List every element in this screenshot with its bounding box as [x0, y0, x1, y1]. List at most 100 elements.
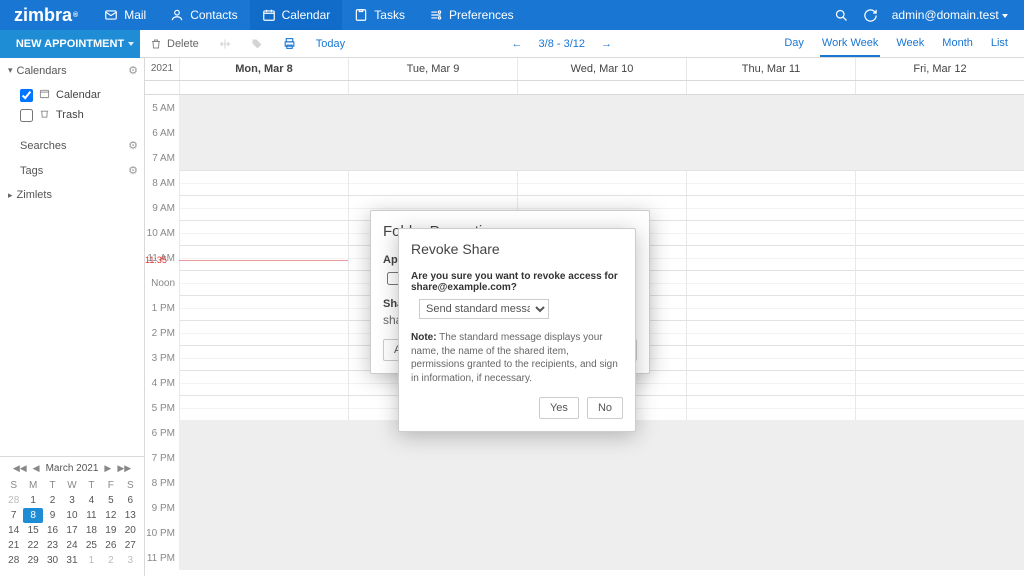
mini-day[interactable]: 23 — [43, 538, 62, 553]
mini-day[interactable]: 3 — [121, 553, 140, 568]
calendar-icon — [262, 8, 276, 22]
mini-day[interactable]: 15 — [23, 523, 42, 538]
trash-checkbox[interactable] — [20, 109, 33, 122]
mini-next-month[interactable]: ▶ — [104, 463, 111, 474]
mini-day[interactable]: 9 — [43, 508, 62, 523]
revoke-question: Are you sure you want to revoke access f… — [411, 271, 623, 293]
chevron-right-icon: ▸ — [8, 190, 13, 201]
yes-button[interactable]: Yes — [539, 397, 579, 419]
mini-day[interactable]: 31 — [62, 553, 81, 568]
mini-day[interactable]: 20 — [121, 523, 140, 538]
view-day[interactable]: Day — [782, 31, 806, 57]
mini-day[interactable]: 29 — [23, 553, 42, 568]
mini-day[interactable]: 19 — [101, 523, 120, 538]
mini-day[interactable]: 28 — [4, 553, 23, 568]
mini-day[interactable]: 2 — [43, 493, 62, 508]
user-menu[interactable]: admin@domain.test — [892, 8, 1008, 22]
mini-day[interactable]: 10 — [62, 508, 81, 523]
allday-row[interactable] — [145, 81, 1024, 95]
mini-day[interactable]: 8 — [23, 508, 42, 523]
mini-day[interactable]: 11 — [82, 508, 101, 523]
mini-day[interactable]: 21 — [4, 538, 23, 553]
mini-prev-year[interactable]: ◀◀ — [13, 463, 27, 474]
mini-next-year[interactable]: ▶▶ — [117, 463, 131, 474]
new-appointment-button[interactable]: NEW APPOINTMENT — [0, 30, 140, 58]
dialog-title: Revoke Share — [411, 241, 623, 257]
time-gutter: 5 AM6 AM7 AM8 AM9 AM10 AM11 AMNoon1 PM2 … — [145, 95, 179, 570]
date-range[interactable]: 3/8 - 3/12 — [539, 38, 585, 50]
mini-day[interactable]: 27 — [121, 538, 140, 553]
revoke-share-dialog: Revoke Share Are you sure you want to re… — [398, 228, 636, 432]
next-week-button[interactable]: → — [601, 38, 612, 50]
print-button[interactable] — [273, 37, 306, 50]
day-header-thu[interactable]: Thu, Mar 11 — [686, 58, 855, 80]
day-col[interactable] — [855, 95, 1024, 570]
mini-day[interactable]: 22 — [23, 538, 42, 553]
year-label: 2021 — [145, 58, 179, 80]
sidebar-calendars[interactable]: ▾ Calendars ⚙ — [0, 58, 144, 83]
nav-tasks[interactable]: Tasks — [342, 0, 417, 30]
preferences-icon — [429, 8, 443, 22]
view-work-week[interactable]: Work Week — [820, 31, 880, 57]
top-nav: zimbra® Mail Contacts Calendar Tasks Pre… — [0, 0, 1024, 30]
calendar-checkbox[interactable] — [20, 89, 33, 102]
delete-button[interactable]: Delete — [140, 38, 209, 50]
gear-icon[interactable]: ⚙ — [128, 139, 138, 152]
day-col[interactable] — [686, 95, 855, 570]
trash-icon — [150, 38, 162, 50]
day-col[interactable] — [179, 95, 348, 570]
mini-day[interactable]: 16 — [43, 523, 62, 538]
calendar-folder-icon — [39, 88, 50, 102]
nav-contacts[interactable]: Contacts — [158, 0, 249, 30]
search-icon[interactable] — [834, 8, 849, 23]
refresh-icon[interactable] — [863, 8, 878, 23]
mini-day[interactable]: 5 — [101, 493, 120, 508]
mini-day[interactable]: 26 — [101, 538, 120, 553]
nav-preferences[interactable]: Preferences — [417, 0, 526, 30]
day-header-fri[interactable]: Fri, Mar 12 — [855, 58, 1024, 80]
view-tabs: Day Work Week Week Month List — [768, 31, 1024, 57]
gear-icon[interactable]: ⚙ — [128, 164, 138, 177]
sidebar-tags[interactable]: Tags ⚙ — [0, 158, 144, 183]
sidebar-item-calendar[interactable]: Calendar — [0, 85, 144, 105]
mini-day[interactable]: 28 — [4, 493, 23, 508]
mini-day[interactable]: 17 — [62, 523, 81, 538]
mini-title[interactable]: March 2021 — [46, 463, 99, 474]
no-button[interactable]: No — [587, 397, 623, 419]
today-button[interactable]: Today — [306, 38, 355, 50]
mini-day[interactable]: 3 — [62, 493, 81, 508]
day-header-wed[interactable]: Wed, Mar 10 — [517, 58, 686, 80]
mini-day[interactable]: 13 — [121, 508, 140, 523]
logo: zimbra® — [0, 0, 92, 30]
view-week[interactable]: Week — [894, 31, 926, 57]
mini-day[interactable]: 1 — [82, 553, 101, 568]
mini-day[interactable]: 14 — [4, 523, 23, 538]
nav-mail[interactable]: Mail — [92, 0, 158, 30]
view-list[interactable]: List — [989, 31, 1010, 57]
day-header-tue[interactable]: Tue, Mar 9 — [348, 58, 517, 80]
sidebar-item-trash[interactable]: Trash — [0, 105, 144, 125]
sidebar-zimlets[interactable]: ▸ Zimlets — [0, 183, 144, 207]
mini-day[interactable]: 25 — [82, 538, 101, 553]
gear-icon[interactable]: ⚙ — [128, 64, 138, 77]
sidebar-searches[interactable]: Searches ⚙ — [0, 133, 144, 158]
mini-day[interactable]: 18 — [82, 523, 101, 538]
mini-day[interactable]: 30 — [43, 553, 62, 568]
mini-day[interactable]: 4 — [82, 493, 101, 508]
revoke-note: Note: The standard message displays your… — [411, 331, 623, 385]
day-header-mon[interactable]: Mon, Mar 8 — [179, 58, 348, 80]
mini-day[interactable]: 6 — [121, 493, 140, 508]
message-select[interactable]: Send standard message — [419, 299, 549, 319]
mini-prev-month[interactable]: ◀ — [33, 463, 40, 474]
tag-icon — [241, 38, 273, 50]
mini-day[interactable]: 2 — [101, 553, 120, 568]
mini-day[interactable]: 12 — [101, 508, 120, 523]
nav-calendar[interactable]: Calendar — [250, 0, 343, 30]
chevron-down-icon: ▾ — [8, 65, 13, 76]
mini-day[interactable]: 1 — [23, 493, 42, 508]
mini-day[interactable]: 24 — [62, 538, 81, 553]
view-month[interactable]: Month — [940, 31, 975, 57]
prev-week-button[interactable]: ← — [512, 38, 523, 50]
mini-day[interactable]: 7 — [4, 508, 23, 523]
toolbar: NEW APPOINTMENT Delete Today ← 3/8 - 3/1… — [0, 30, 1024, 58]
